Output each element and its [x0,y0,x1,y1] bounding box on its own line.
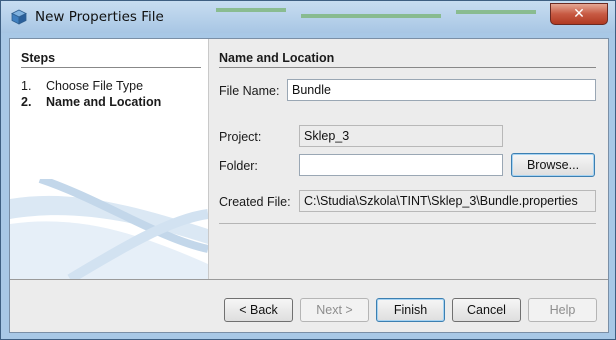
section-divider [219,67,596,68]
folder-label: Folder: [219,159,258,173]
browse-button[interactable]: Browse... [511,153,595,177]
close-button[interactable]: ✕ [550,3,608,25]
step-number: 1. [21,79,32,93]
form-divider [219,223,596,224]
window-title: New Properties File [35,9,164,25]
back-button[interactable]: < Back [224,298,293,322]
close-icon: ✕ [573,6,585,22]
decorative-swoosh-graphic [10,179,208,279]
background-window-strip [216,8,286,12]
steps-title: Steps [21,51,56,65]
created-file-field: C:\Studia\Szkola\TINT\Sklep_3\Bundle.pro… [299,190,596,212]
name-and-location-panel: Name and Location File Name: Bundle Proj… [209,39,608,279]
step-label: Name and Location [46,95,162,109]
file-name-field[interactable]: Bundle [287,79,596,101]
step-name-and-location: 2. Name and Location [21,95,161,109]
button-bar-divider [10,279,608,280]
step-choose-file-type: 1. Choose File Type [21,79,143,93]
steps-divider [21,67,201,68]
step-number: 2. [21,95,32,109]
cancel-button[interactable]: Cancel [452,298,521,322]
project-label: Project: [219,130,262,144]
project-field: Sklep_3 [299,125,503,147]
help-button[interactable]: Help [528,298,597,322]
background-window-strip [301,14,441,18]
finish-button[interactable]: Finish [376,298,445,322]
netbeans-cube-icon [11,9,27,25]
file-name-label: File Name: [219,84,280,98]
next-button[interactable]: Next > [300,298,369,322]
section-title: Name and Location [219,51,335,65]
background-window-strip [456,10,536,14]
steps-panel: Steps 1. Choose File Type 2. Name and Loca… [10,39,209,279]
folder-field[interactable] [299,154,503,176]
created-file-label: Created File: [219,195,291,209]
dialog-window: New Properties File ✕ Steps 1. Choose Fil… [0,0,616,340]
dialog-content: Steps 1. Choose File Type 2. Name and Loca… [9,38,609,333]
step-label: Choose File Type [46,79,144,93]
title-bar[interactable]: New Properties File ✕ [1,1,615,33]
